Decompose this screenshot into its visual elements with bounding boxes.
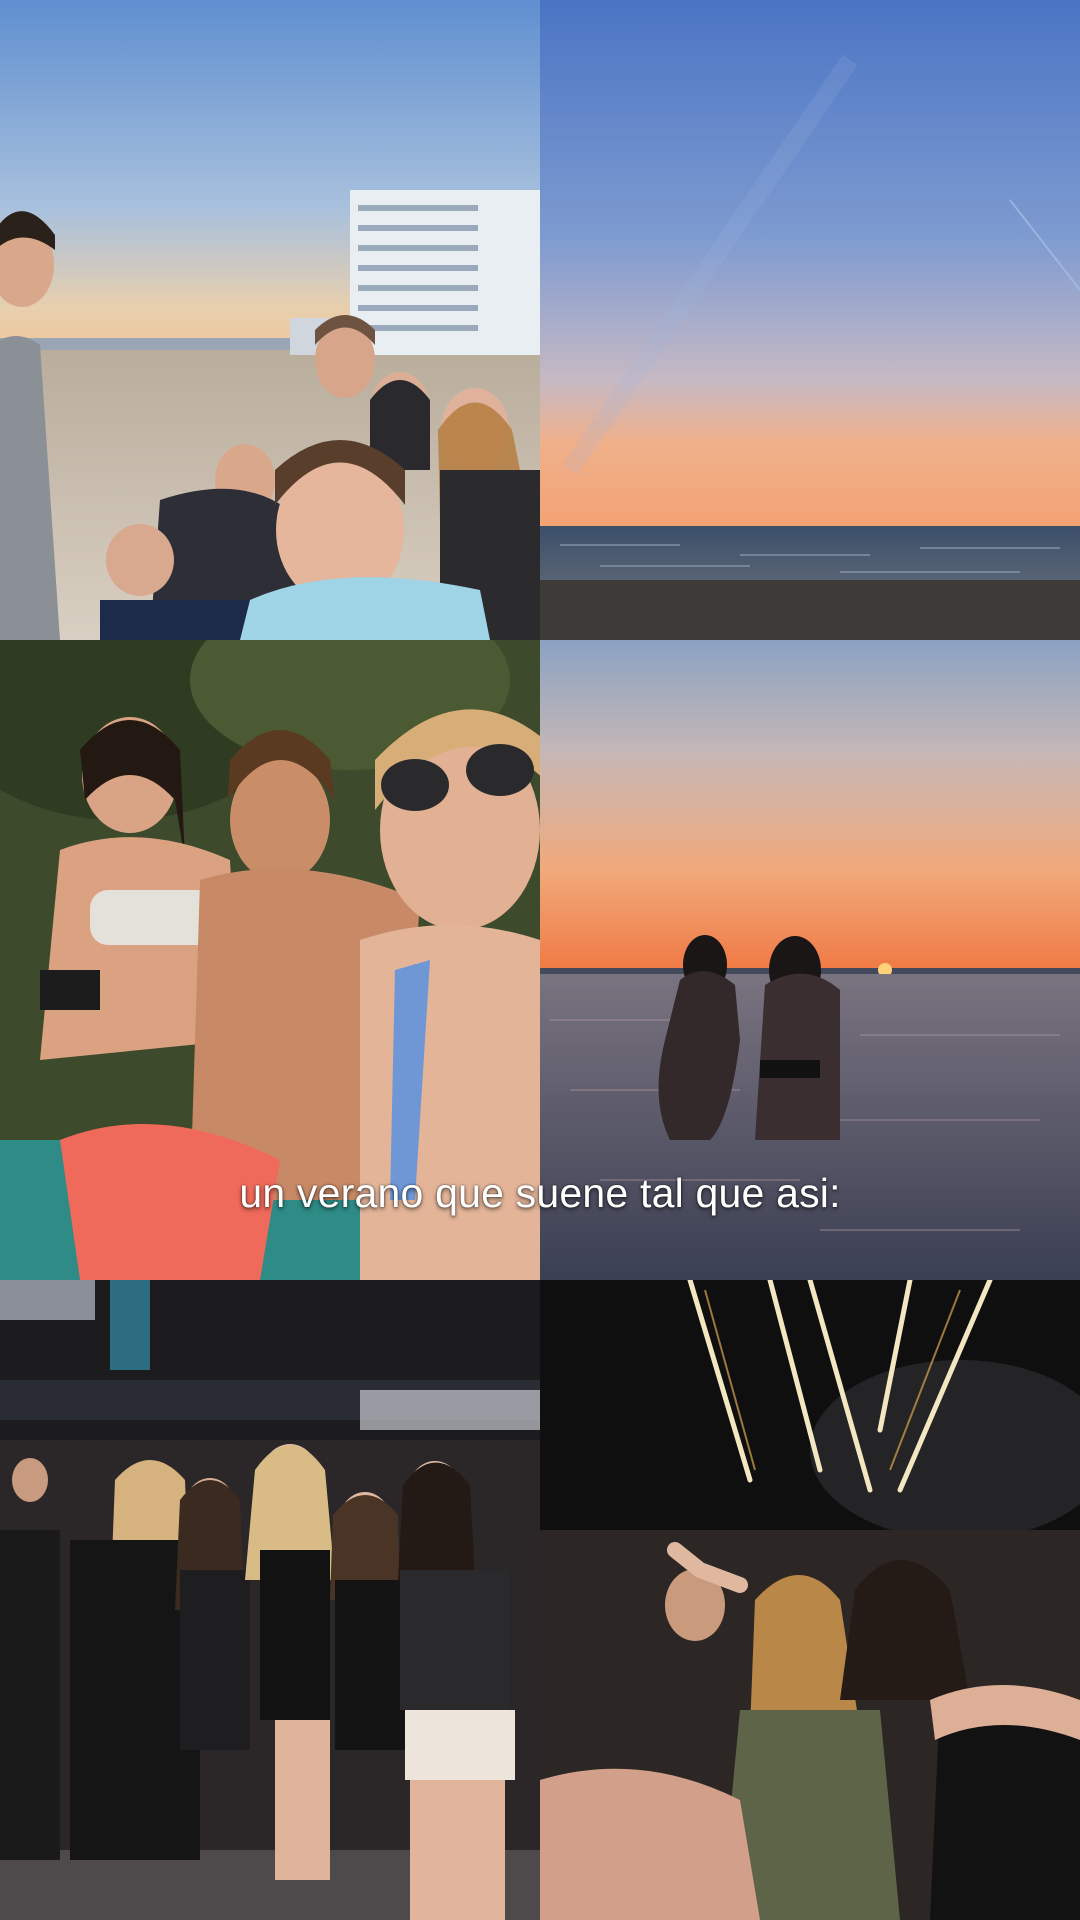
fireworks-image: [540, 1280, 1080, 1920]
photo-tile-beach-selfie: [0, 0, 540, 640]
sea-sunset-girls-image: [540, 640, 1080, 1280]
photo-tile-friends-selfie: [0, 640, 540, 1280]
beach-selfie-image: [0, 0, 540, 640]
nightclub-image: [0, 1280, 540, 1920]
photo-tile-sunset-sea: [540, 0, 1080, 640]
sunset-sea-image: [540, 0, 1080, 640]
photo-tile-nightclub: [0, 1280, 540, 1920]
photo-collage: [0, 0, 1080, 1920]
friends-selfie-image: [0, 640, 540, 1280]
photo-tile-fireworks: [540, 1280, 1080, 1920]
photo-tile-sea-sunset-girls: [540, 640, 1080, 1280]
